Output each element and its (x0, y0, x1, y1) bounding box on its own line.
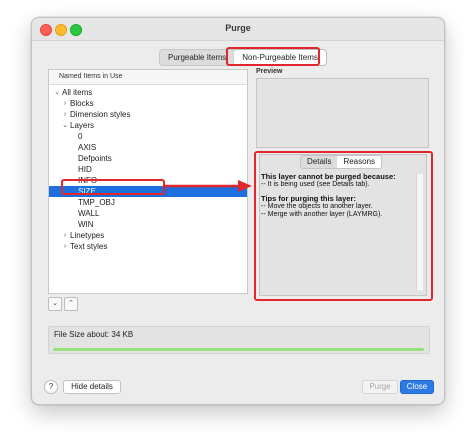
annotation-arrow (165, 180, 252, 192)
